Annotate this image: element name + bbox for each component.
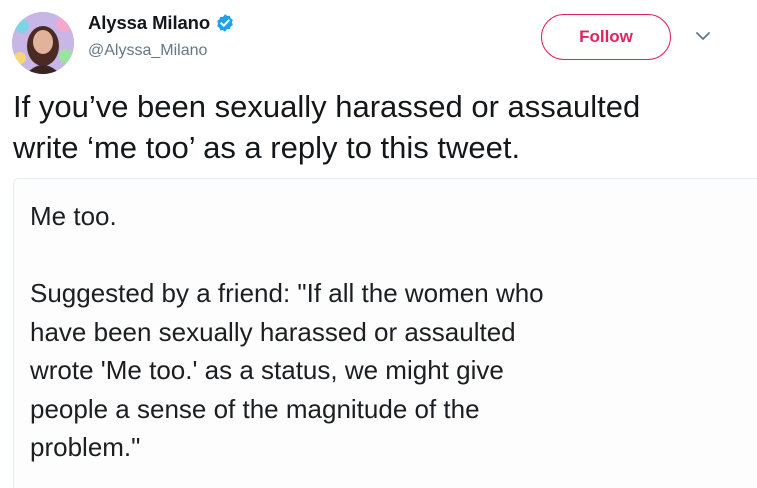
avatar[interactable] — [12, 12, 74, 74]
author-name-row: Alyssa Milano — [88, 12, 235, 34]
user-handle[interactable]: @Alyssa_Milano — [88, 42, 207, 60]
chevron-down-icon[interactable] — [694, 30, 712, 42]
tweet-text: If you’ve been sexually harassed or assa… — [13, 89, 641, 165]
follow-button[interactable]: Follow — [541, 14, 671, 60]
profile-photo — [12, 12, 74, 74]
verified-badge-icon — [215, 13, 235, 33]
image-text-heading: Me too. — [30, 201, 117, 231]
display-name[interactable]: Alyssa Milano — [88, 12, 210, 34]
image-text-body: Suggested by a friend: "If all the women… — [30, 278, 544, 462]
